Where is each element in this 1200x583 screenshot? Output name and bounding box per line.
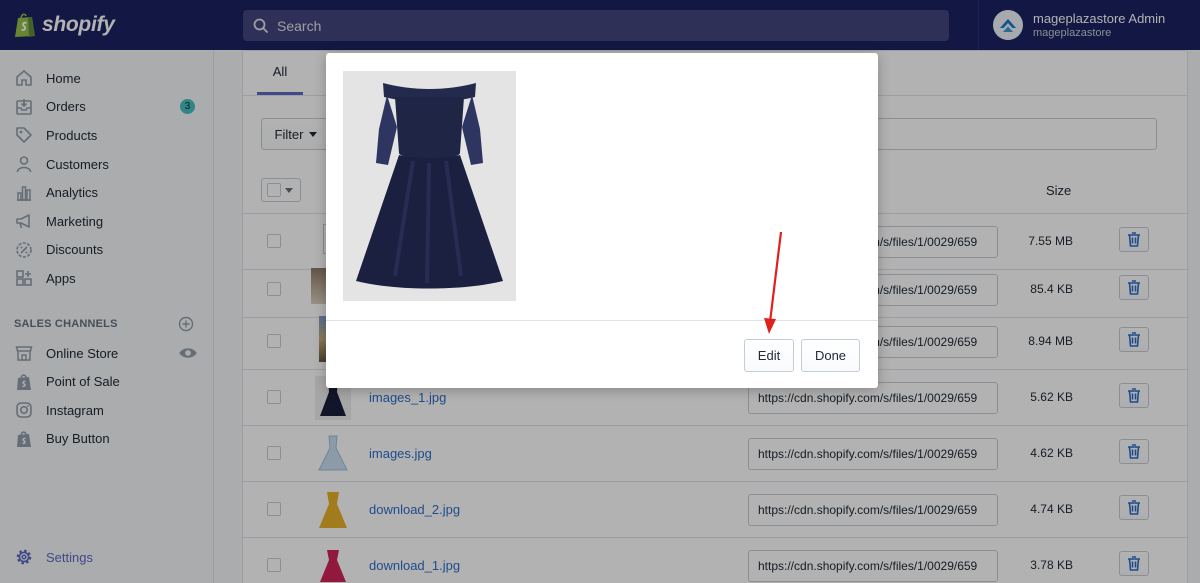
dress-preview-image — [343, 71, 516, 301]
edit-button[interactable]: Edit — [744, 339, 794, 372]
modal-footer: Edit Done — [326, 320, 878, 388]
file-preview-modal: Edit Done — [326, 53, 878, 388]
done-button[interactable]: Done — [801, 339, 860, 372]
